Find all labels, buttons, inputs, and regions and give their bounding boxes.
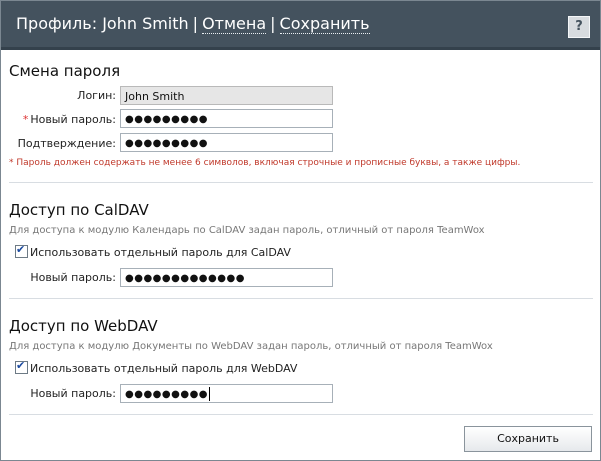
password-requirements-note: * Пароль должен содержать не менее 6 сим…: [9, 158, 521, 168]
webdav-checkbox-label[interactable]: Использовать отдельный пароль для WebDAV: [30, 362, 297, 375]
webdav-description: Для доступа к модулю Документы по WebDAV…: [9, 341, 493, 352]
webdav-password-field[interactable]: ●●●●●●●●●: [120, 384, 333, 403]
divider: [9, 182, 593, 183]
header-separator-2: |: [270, 14, 276, 33]
header-separator: |: [192, 14, 199, 33]
divider: [9, 414, 593, 415]
save-link[interactable]: Сохранить: [279, 14, 370, 34]
help-icon[interactable]: ?: [568, 16, 590, 38]
save-button[interactable]: Сохранить: [464, 426, 592, 452]
cancel-link[interactable]: Отмена: [202, 14, 267, 34]
caldav-section-title: Доступ по CalDAV: [9, 201, 149, 219]
caldav-checkbox-row[interactable]: ✔ Использовать отдельный пароль для CalDA…: [15, 243, 291, 259]
profile-title: Профиль: John Smith: [16, 14, 189, 33]
caldav-description: Для доступа к модулю Календарь по CalDAV…: [9, 225, 485, 236]
caldav-password-field[interactable]: ●●●●●●●●●●●●●: [120, 268, 333, 287]
confirm-password-label: Подтверждение:: [17, 137, 116, 150]
webdav-password-value: ●●●●●●●●●: [125, 389, 209, 400]
profile-window: Профиль: John Smith | Отмена | Сохранить ? С…: [0, 0, 601, 461]
header-title-row: Профиль: John Smith | Отмена | Сохранить: [16, 14, 370, 34]
check-icon: ✔: [16, 359, 26, 372]
text-caret: [209, 387, 211, 401]
divider: [9, 298, 593, 299]
caldav-checkbox-label[interactable]: Использовать отдельный пароль для CalDAV: [30, 246, 291, 259]
required-mark: *: [22, 113, 29, 126]
header-bar: Профиль: John Smith | Отмена | Сохранить ?: [1, 1, 600, 50]
login-label: Логин:: [77, 89, 116, 102]
webdav-checkbox[interactable]: ✔: [15, 359, 28, 374]
caldav-password-label: Новый пароль:: [30, 271, 116, 284]
new-password-label: Новый пароль:: [30, 113, 116, 126]
check-icon: ✔: [16, 243, 26, 256]
password-section-title: Смена пароля: [9, 62, 121, 80]
confirm-password-field[interactable]: ●●●●●●●●●: [120, 133, 333, 152]
login-field: John Smith: [120, 86, 333, 105]
new-password-label-row: * Новый пароль:: [23, 113, 116, 126]
webdav-section-title: Доступ по WebDAV: [9, 317, 158, 335]
caldav-checkbox[interactable]: ✔: [15, 243, 28, 258]
webdav-checkbox-row[interactable]: ✔ Использовать отдельный пароль для WebDA…: [15, 359, 297, 375]
new-password-field[interactable]: ●●●●●●●●●: [120, 109, 333, 128]
webdav-password-label: Новый пароль:: [30, 387, 116, 400]
